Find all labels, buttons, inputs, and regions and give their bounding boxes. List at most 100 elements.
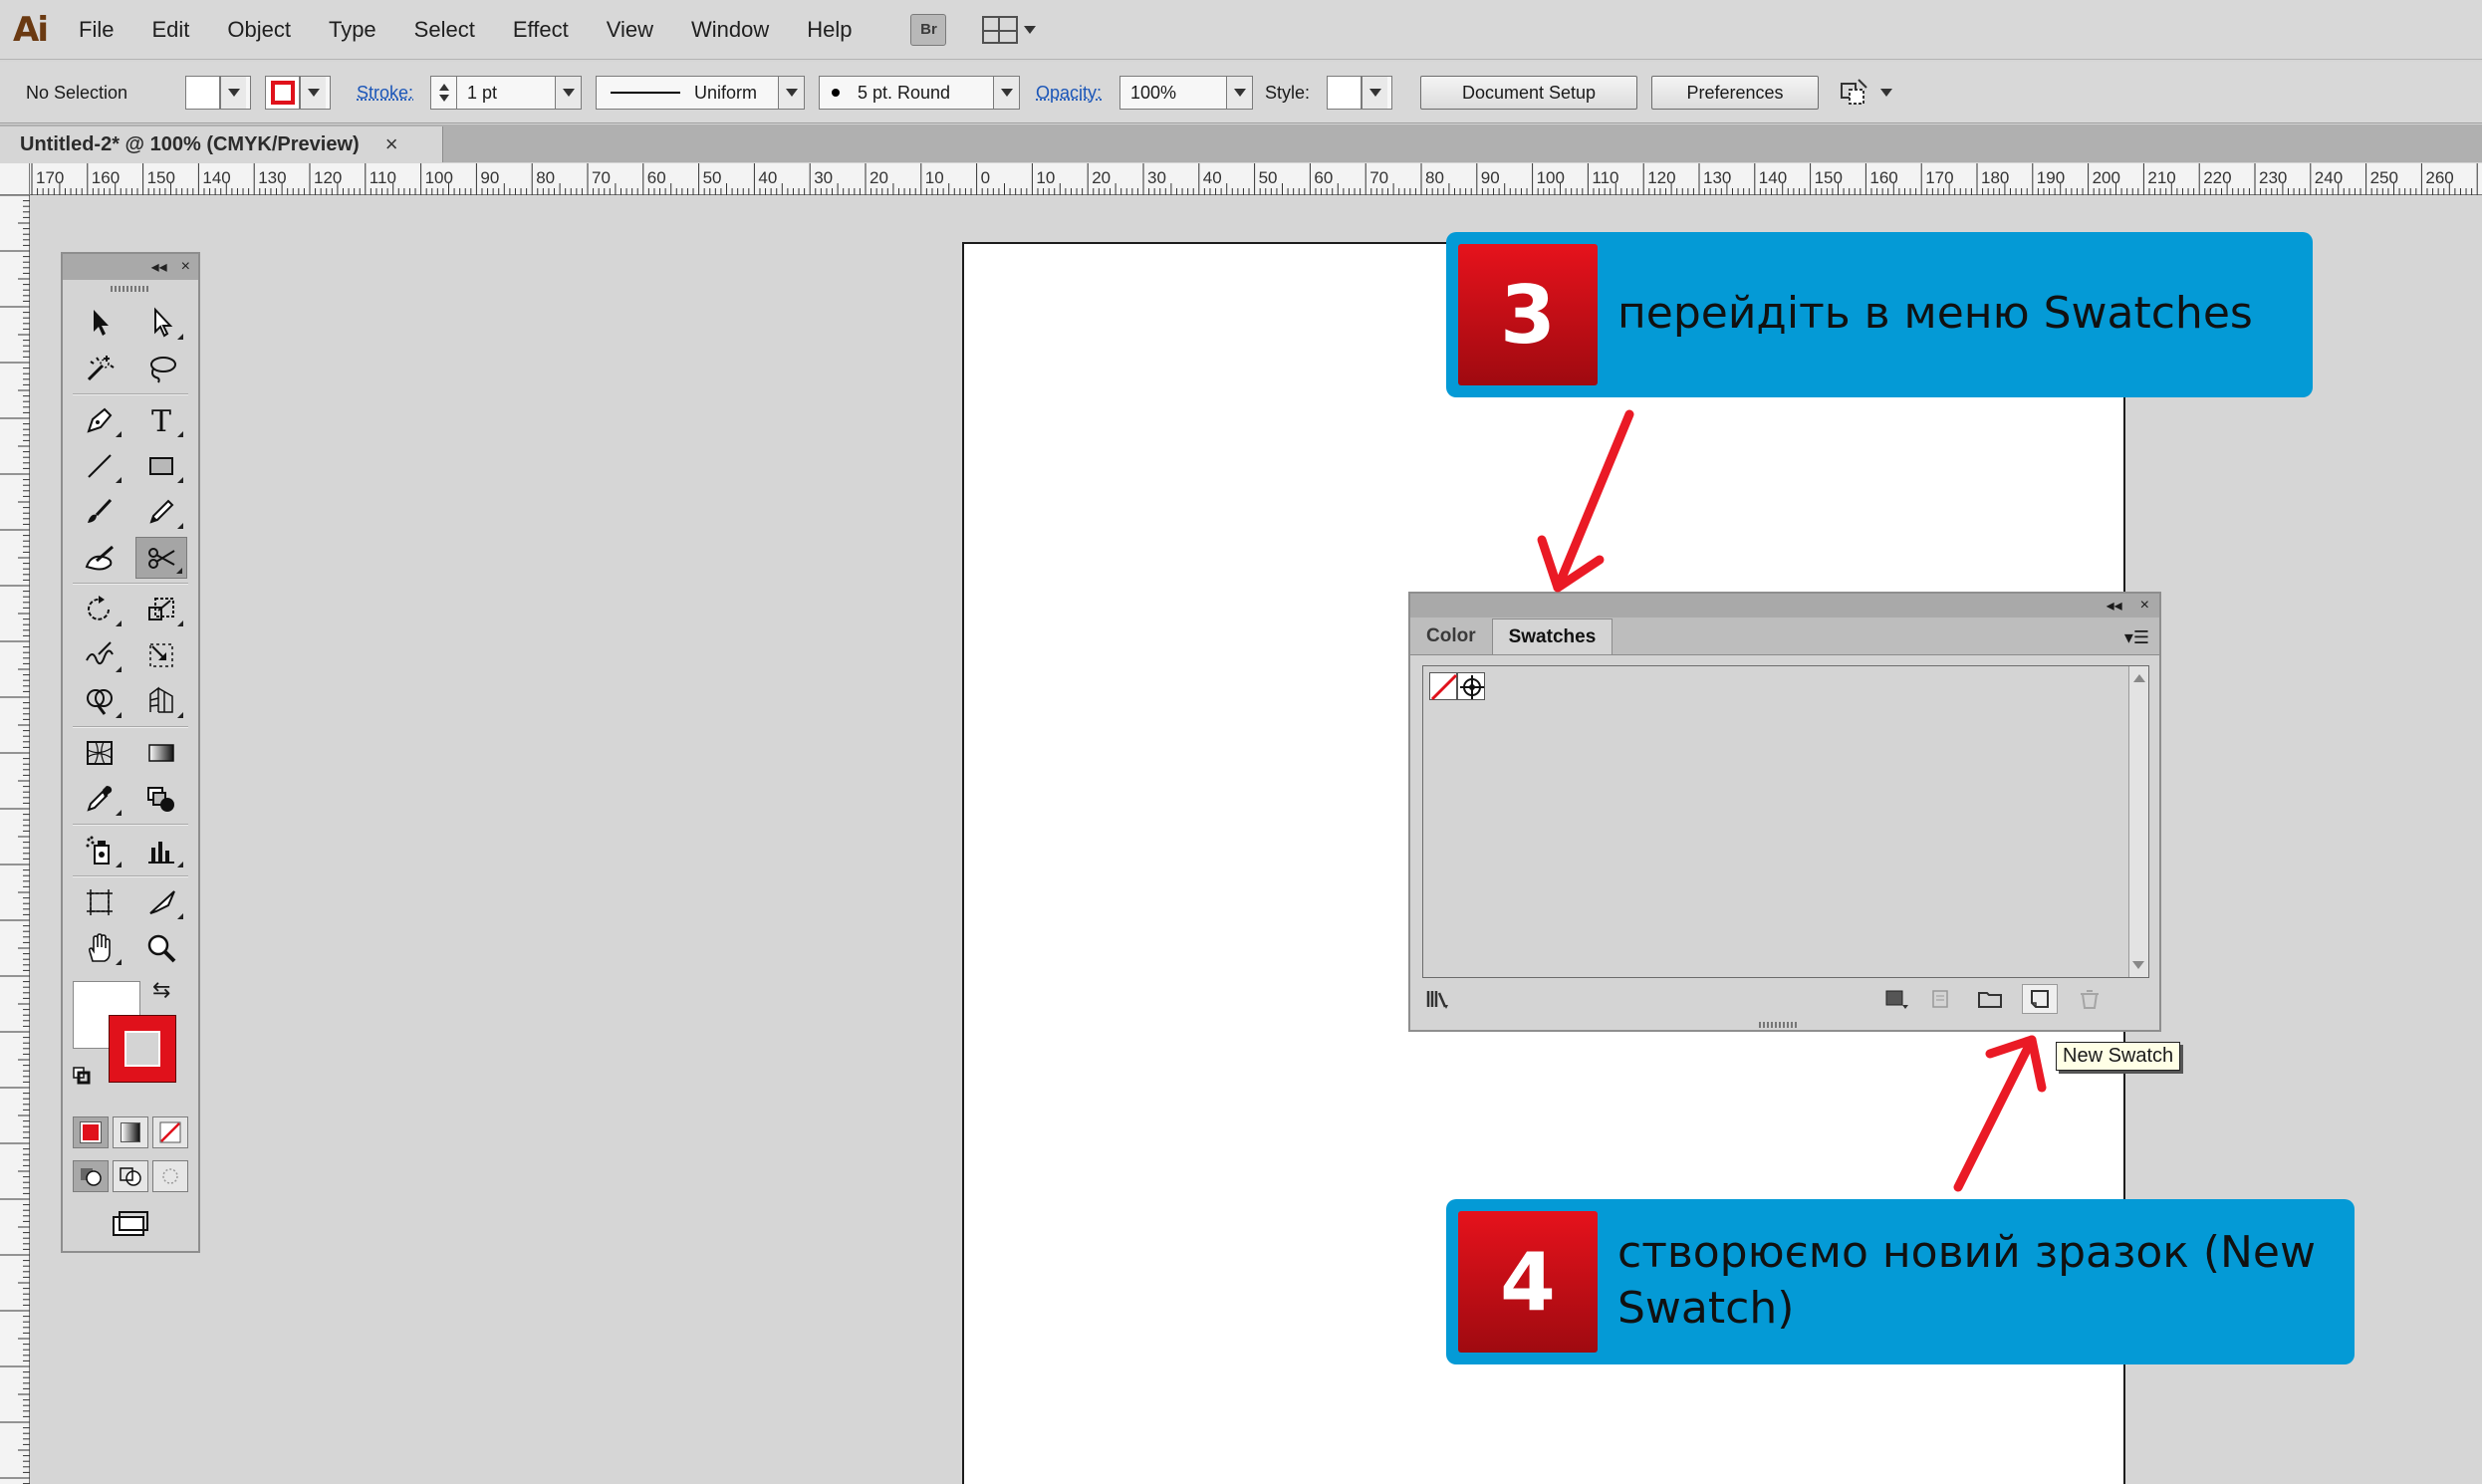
ruler-label: 100: [425, 168, 453, 187]
vertical-ruler[interactable]: [0, 195, 30, 1484]
tab-color[interactable]: Color: [1410, 618, 1492, 654]
scale-tool[interactable]: [135, 589, 187, 630]
selection-tool[interactable]: [74, 302, 125, 344]
magic-wand-icon: [83, 352, 117, 385]
menu-object[interactable]: Object: [208, 0, 310, 60]
scroll-up-icon[interactable]: [2133, 674, 2145, 682]
draw-inside-button[interactable]: [152, 1160, 188, 1192]
collapse-icon[interactable]: ◂◂: [2107, 596, 2122, 616]
draw-normal-button[interactable]: [73, 1160, 109, 1192]
menu-help[interactable]: Help: [788, 0, 870, 60]
mesh-icon: [83, 736, 117, 770]
brush-definition-dropdown[interactable]: 5 pt. Round: [819, 76, 1020, 110]
style-label: Style:: [1265, 76, 1310, 110]
menu-file[interactable]: File: [60, 0, 132, 60]
artboard-tool[interactable]: [74, 881, 125, 923]
swap-fill-stroke-icon[interactable]: ⇆: [152, 977, 170, 1003]
swatches-panel-titlebar[interactable]: ◂◂ ×: [1410, 594, 2159, 618]
workspace-switcher[interactable]: [982, 16, 1036, 44]
gradient-mode-button[interactable]: [113, 1116, 148, 1148]
show-swatch-kinds-button[interactable]: [1878, 984, 1914, 1014]
menu-window[interactable]: Window: [672, 0, 788, 60]
direct-selection-tool[interactable]: [135, 302, 187, 344]
new-swatch-tooltip: New Swatch: [2056, 1042, 2180, 1071]
stroke-profile-dropdown[interactable]: Uniform: [596, 76, 805, 110]
draw-behind-button[interactable]: [113, 1160, 148, 1192]
gradient-tool[interactable]: [135, 732, 187, 774]
swatches-scrollbar[interactable]: [2128, 666, 2148, 977]
chevron-down-icon: [1226, 77, 1252, 109]
horizontal-ruler[interactable]: 170 160 150 140 130 120 110 100 90 80 70 60 50 40 30 20…: [30, 163, 2482, 195]
shape-builder-tool[interactable]: [74, 680, 125, 722]
screen-mode-button[interactable]: [109, 1207, 152, 1241]
menu-select[interactable]: Select: [395, 0, 494, 60]
menu-edit[interactable]: Edit: [132, 0, 208, 60]
arrange-documents-button[interactable]: [1839, 76, 1898, 110]
menu-effect[interactable]: Effect: [494, 0, 588, 60]
menu-view[interactable]: View: [588, 0, 672, 60]
tab-swatches[interactable]: Swatches: [1492, 618, 1613, 654]
document-setup-button[interactable]: Document Setup: [1420, 76, 1637, 110]
default-fill-stroke-icon[interactable]: [73, 1067, 91, 1085]
scissors-tool[interactable]: [135, 537, 187, 579]
rotate-tool[interactable]: [74, 589, 125, 630]
opacity-panel-link[interactable]: Opacity:: [1036, 76, 1102, 110]
panel-menu-icon[interactable]: ▾☰: [2124, 627, 2149, 648]
pencil-icon: [144, 495, 178, 529]
slice-tool[interactable]: [135, 881, 187, 923]
swatch-registration[interactable]: [1457, 672, 1485, 700]
new-color-group-button[interactable]: [1972, 984, 2008, 1014]
bridge-button[interactable]: Br: [910, 14, 946, 46]
perspective-grid-tool[interactable]: [135, 680, 187, 722]
free-transform-tool[interactable]: [135, 634, 187, 676]
lasso-tool[interactable]: [135, 348, 187, 389]
column-graph-tool[interactable]: [135, 830, 187, 871]
pencil-tool[interactable]: [135, 491, 187, 533]
ruler-origin[interactable]: [0, 163, 30, 195]
tools-panel-titlebar[interactable]: ◂◂ ×: [63, 254, 198, 280]
paintbrush-tool[interactable]: [74, 491, 125, 533]
graphic-style-dropdown[interactable]: [1327, 76, 1392, 110]
rectangle-tool[interactable]: [135, 445, 187, 487]
stroke-panel-link[interactable]: Stroke:: [357, 76, 413, 110]
scale-icon: [144, 593, 178, 626]
none-mode-button[interactable]: [152, 1116, 188, 1148]
mesh-tool[interactable]: [74, 732, 125, 774]
close-icon[interactable]: ×: [181, 258, 190, 276]
symbol-sprayer-tool[interactable]: [74, 830, 125, 871]
stroke-color-dropdown[interactable]: [265, 76, 331, 110]
swatch-none[interactable]: [1429, 672, 1457, 700]
scroll-down-icon[interactable]: [2132, 961, 2144, 969]
magic-wand-tool[interactable]: [74, 348, 125, 389]
delete-swatch-button[interactable]: [2072, 984, 2108, 1014]
stroke-profile-value: Uniform: [680, 83, 778, 104]
opacity-field[interactable]: 100%: [1119, 76, 1253, 110]
close-icon[interactable]: ×: [2140, 597, 2149, 615]
menu-type[interactable]: Type: [310, 0, 395, 60]
document-tab[interactable]: Untitled-2* @ 100% (CMYK/Preview) ×: [0, 126, 443, 162]
close-icon[interactable]: ×: [385, 131, 398, 157]
panel-resize-grip[interactable]: [1759, 1022, 1799, 1028]
pen-tool[interactable]: [74, 399, 125, 441]
stroke-weight-field[interactable]: 1 pt: [430, 76, 582, 110]
callout-text: створюємо новий зразок (New Swatch): [1617, 1225, 2335, 1337]
collapse-icon[interactable]: ◂◂: [151, 257, 167, 277]
eyedropper-tool[interactable]: [74, 778, 125, 820]
line-segment-tool[interactable]: [74, 445, 125, 487]
color-mode-button[interactable]: [73, 1116, 109, 1148]
zoom-tool[interactable]: [135, 927, 187, 969]
swatch-libraries-button[interactable]: [1420, 984, 1456, 1014]
swatch-options-button[interactable]: [1922, 984, 1958, 1014]
fill-color-dropdown[interactable]: [185, 76, 251, 110]
stroke-weight-stepper[interactable]: [431, 77, 457, 109]
blob-brush-tool[interactable]: [74, 537, 125, 579]
swatches-list[interactable]: [1422, 665, 2149, 978]
hand-tool[interactable]: [74, 927, 125, 969]
panel-grip[interactable]: [63, 286, 198, 300]
warp-tool[interactable]: [74, 634, 125, 676]
blend-tool[interactable]: [135, 778, 187, 820]
type-tool[interactable]: T: [135, 399, 187, 441]
new-swatch-button[interactable]: [2022, 984, 2058, 1014]
preferences-button[interactable]: Preferences: [1651, 76, 1819, 110]
stroke-swatch[interactable]: [109, 1015, 176, 1083]
